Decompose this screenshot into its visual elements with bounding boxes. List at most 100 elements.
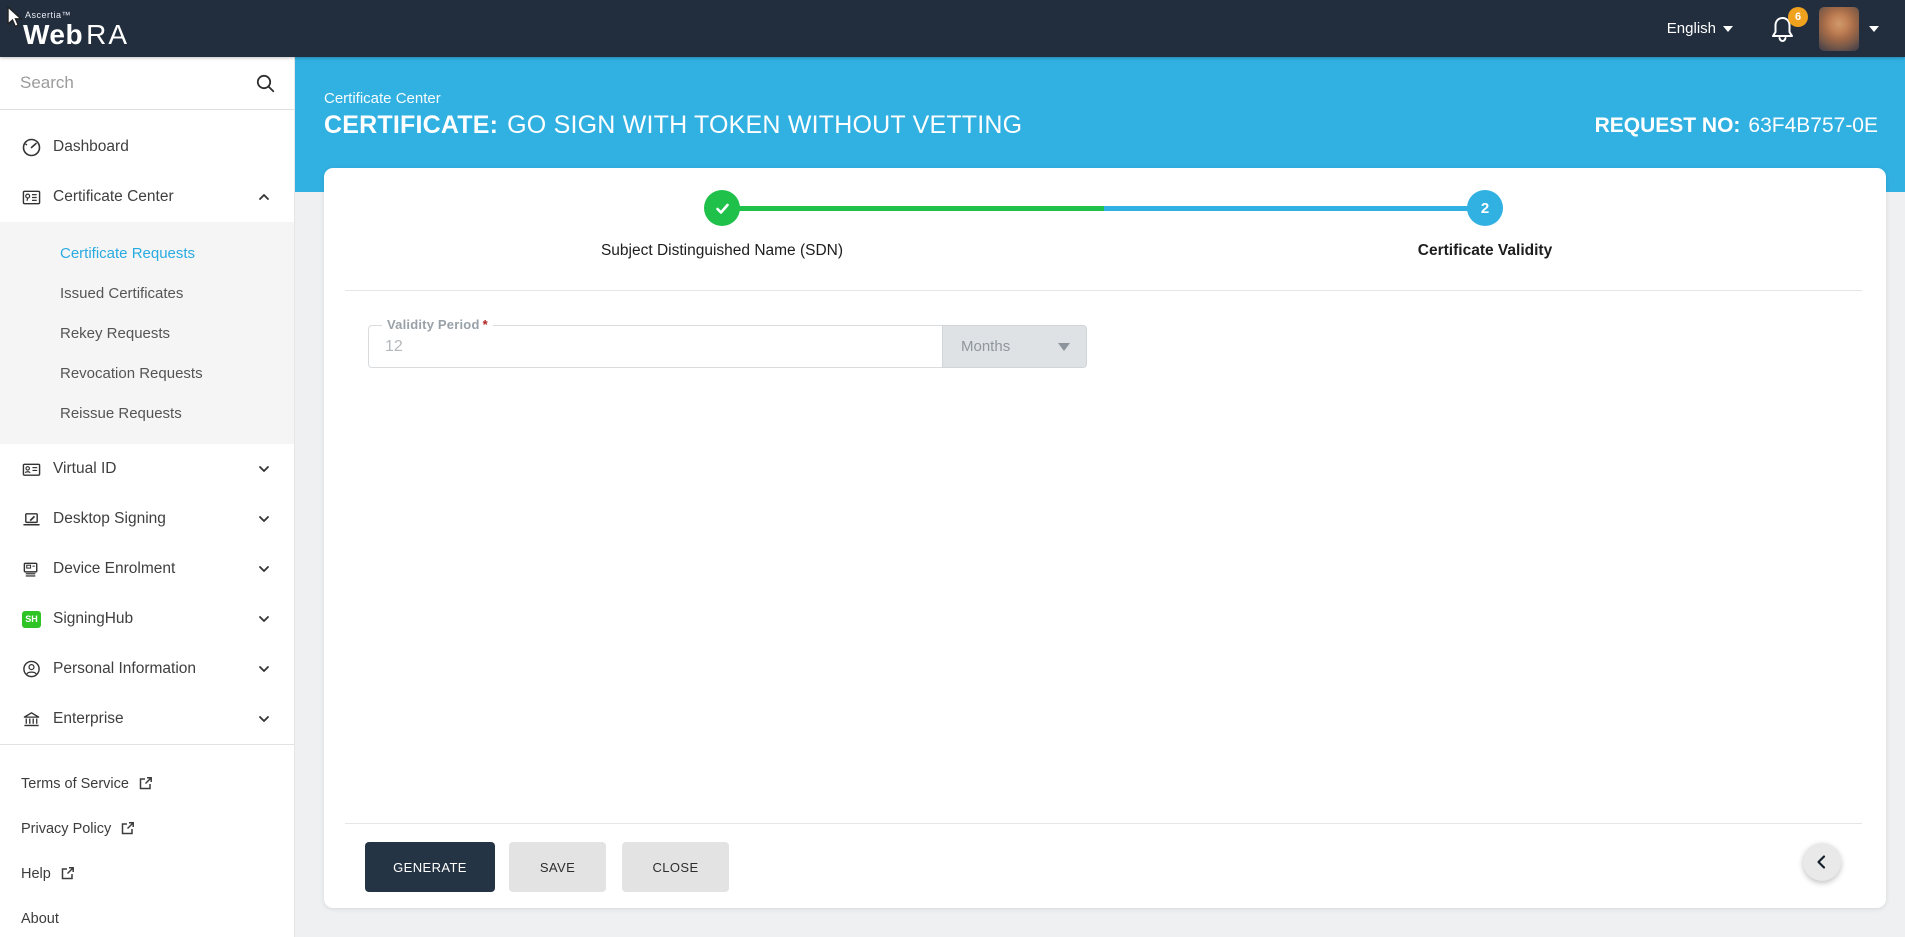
- sidebar-item-certificate-center[interactable]: Certificate Center: [0, 172, 294, 222]
- sidebar-item-label: Personal Information: [53, 660, 197, 677]
- sidebar-item-issued-certificates[interactable]: Issued Certificates: [0, 273, 294, 313]
- footer-link-label: Privacy Policy: [21, 820, 112, 837]
- check-icon: [715, 203, 729, 214]
- terms-of-service-link[interactable]: Terms of Service: [0, 761, 294, 806]
- external-link-icon: [60, 866, 75, 881]
- sub-item-label: Certificate Requests: [60, 244, 196, 262]
- webra-logo[interactable]: Ascertia™ Web RA: [23, 9, 129, 49]
- validity-period-field[interactable]: Validity Period * 12: [368, 317, 942, 368]
- sidebar-item-label: Dashboard: [53, 138, 129, 155]
- sidebar-item-signinghub[interactable]: SH SigningHub: [0, 594, 294, 644]
- sidebar-item-virtual-id[interactable]: Virtual ID: [0, 444, 294, 494]
- page-header-left: Certificate Center CERTIFICATE: GO SIGN W…: [324, 90, 1022, 140]
- about-link[interactable]: About: [0, 896, 294, 937]
- sidebar-item-device-enrolment[interactable]: Device Enrolment: [0, 544, 294, 594]
- validity-period-label: Validity Period *: [382, 317, 493, 332]
- sidebar-item-enterprise[interactable]: Enterprise: [0, 694, 294, 744]
- validity-period-group: Validity Period * 12 Months: [368, 317, 1087, 368]
- help-link[interactable]: Help: [0, 851, 294, 896]
- page-title-prefix: CERTIFICATE:: [324, 111, 499, 139]
- chevron-down-icon: [258, 713, 270, 725]
- certificate-center-submenu: Certificate Requests Issued Certificates…: [0, 222, 294, 444]
- sidebar-item-dashboard[interactable]: Dashboard: [0, 122, 294, 172]
- webra-brand-label: Web RA: [23, 18, 130, 50]
- generate-button[interactable]: GENERATE: [365, 842, 495, 892]
- certificate-icon: [22, 188, 41, 207]
- chevron-down-icon: [258, 463, 270, 475]
- sidebar: Dashboard Certificate Center Certificate…: [0, 57, 295, 937]
- chevron-down-icon: [258, 613, 270, 625]
- footer-link-label: About: [21, 910, 59, 927]
- topbar-right-controls: English 6: [1667, 6, 1905, 51]
- top-bar: Ascertia™ Web RA English 6: [0, 0, 1905, 57]
- signinghub-badge: SH: [22, 610, 41, 628]
- user-menu-caret-icon[interactable]: [1869, 25, 1879, 32]
- sidebar-item-desktop-signing[interactable]: Desktop Signing: [0, 494, 294, 544]
- validity-period-value[interactable]: 12: [369, 326, 942, 367]
- sidebar-item-certificate-requests[interactable]: Certificate Requests: [0, 233, 294, 273]
- certificate-wizard-card: 2 Subject Distinguished Name (SDN) Certi…: [324, 168, 1886, 908]
- sidebar-search: [0, 57, 294, 110]
- sidebar-item-label: Virtual ID: [53, 460, 117, 477]
- request-number-value: 63F4B757-0E: [1748, 114, 1878, 137]
- enterprise-bank-icon: [22, 710, 41, 729]
- sub-item-label: Issued Certificates: [60, 284, 184, 302]
- sidebar-item-label: Certificate Center: [53, 188, 174, 205]
- dropdown-caret-icon: [1058, 342, 1070, 351]
- step-1-complete-indicator[interactable]: [704, 190, 740, 226]
- search-input[interactable]: [20, 73, 255, 93]
- breadcrumb: Certificate Center: [324, 90, 441, 107]
- sidebar-item-label: SigningHub: [53, 610, 134, 627]
- request-number: REQUEST NO: 63F4B757-0E: [1595, 114, 1878, 140]
- sub-item-label: Revocation Requests: [60, 364, 203, 382]
- sidebar-item-revocation-requests[interactable]: Revocation Requests: [0, 353, 294, 393]
- language-label: English: [1666, 20, 1716, 37]
- privacy-policy-link[interactable]: Privacy Policy: [0, 806, 294, 851]
- sub-item-label: Rekey Requests: [60, 324, 171, 342]
- sidebar-item-rekey-requests[interactable]: Rekey Requests: [0, 313, 294, 353]
- sidebar-item-label: Enterprise: [53, 710, 124, 727]
- notification-count-badge: 6: [1788, 6, 1808, 27]
- validity-unit-value: Months: [961, 338, 1011, 355]
- validity-unit-dropdown[interactable]: Months: [942, 325, 1087, 368]
- page-title-text: GO SIGN WITH TOKEN WITHOUT VETTING: [507, 111, 1023, 139]
- user-avatar[interactable]: [1819, 6, 1859, 51]
- footer-link-label: Help: [21, 865, 51, 882]
- sidebar-item-personal-information[interactable]: Personal Information: [0, 644, 294, 694]
- step-2-label: Certificate Validity: [1417, 242, 1553, 259]
- step-number: 2: [1480, 199, 1490, 217]
- page-title: CERTIFICATE: GO SIGN WITH TOKEN WITHOUT V…: [324, 111, 1022, 140]
- chevron-up-icon: [258, 191, 270, 203]
- search-icon[interactable]: [255, 73, 276, 94]
- sidebar-nav: Dashboard Certificate Center Certificate…: [0, 110, 294, 744]
- device-enrolment-icon: [22, 560, 41, 579]
- chevron-down-icon: [258, 563, 270, 575]
- desktop-signing-icon: [22, 510, 41, 529]
- language-selector[interactable]: English: [1667, 20, 1733, 37]
- stepper-connector-active: [1104, 206, 1474, 211]
- required-asterisk: *: [482, 317, 488, 332]
- actions-divider: [345, 823, 1862, 824]
- person-circle-icon: [22, 660, 41, 679]
- dashboard-gauge-icon: [22, 138, 41, 157]
- sidebar-item-reissue-requests[interactable]: Reissue Requests: [0, 393, 294, 433]
- sidebar-item-label: Desktop Signing: [53, 510, 166, 527]
- sidebar-footer: Terms of Service Privacy Policy Help Abo…: [0, 745, 294, 937]
- sidebar-item-label: Device Enrolment: [53, 560, 176, 577]
- request-number-label: REQUEST NO:: [1594, 114, 1741, 137]
- signinghub-icon: SH: [22, 610, 41, 629]
- step-2-indicator[interactable]: 2: [1467, 190, 1503, 226]
- stepper-connector-complete: [734, 206, 1104, 211]
- stepper-divider: [345, 290, 1862, 291]
- language-caret-icon: [1723, 25, 1733, 32]
- webra-app: Ascertia™ Web RA English 6 Search Dashbo…: [0, 0, 1905, 937]
- external-link-icon: [120, 821, 135, 836]
- step-1-label: Subject Distinguished Name (SDN): [600, 242, 844, 259]
- save-button[interactable]: SAVE: [509, 842, 606, 892]
- notifications-button[interactable]: 6: [1769, 6, 1808, 44]
- sub-item-label: Reissue Requests: [60, 404, 182, 422]
- close-button[interactable]: CLOSE: [622, 842, 729, 892]
- chevron-down-icon: [258, 663, 270, 675]
- footer-link-label: Terms of Service: [21, 775, 129, 792]
- previous-step-button[interactable]: [1803, 843, 1841, 881]
